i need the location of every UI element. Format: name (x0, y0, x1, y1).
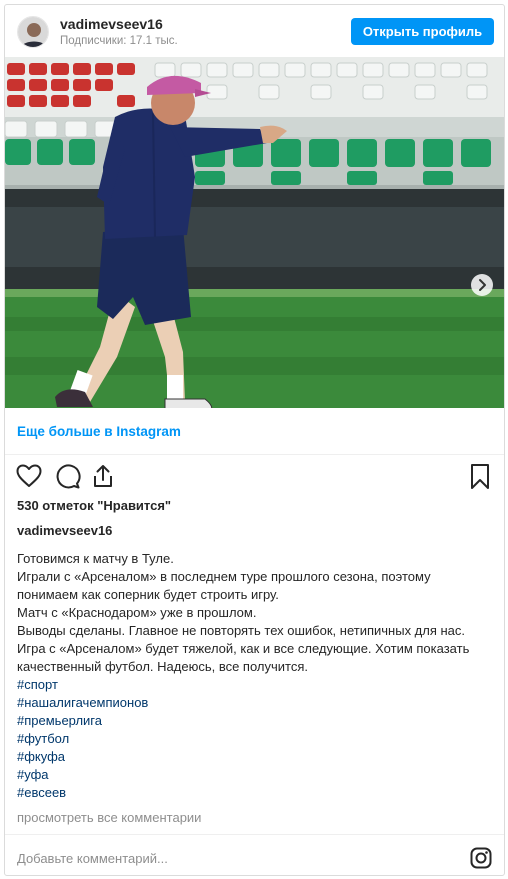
instagram-embed-card: vadimevseev16 Подписчики: 17.1 тыс. Откр… (4, 4, 505, 876)
caption-line: понимаем как соперник будет строить игру… (17, 587, 279, 602)
comment-icon[interactable] (53, 462, 81, 490)
hashtag-link[interactable]: #премьерлига (17, 712, 499, 730)
username[interactable]: vadimevseev16 (60, 16, 163, 32)
caption-line: Выводы сделаны. Главное не повторять тех… (17, 623, 466, 638)
post-header: vadimevseev16 Подписчики: 17.1 тыс. Откр… (5, 5, 504, 59)
hashtag-link[interactable]: #фкуфа (17, 748, 499, 766)
bookmark-icon[interactable] (466, 462, 494, 490)
action-bar (5, 457, 504, 497)
like-count[interactable]: 530 отметок "Нравится" (17, 498, 171, 513)
post-photo[interactable] (5, 57, 504, 408)
view-all-comments-link[interactable]: просмотреть все комментарии (17, 810, 201, 825)
caption-line: Играли с «Арсеналом» в последнем туре пр… (17, 569, 431, 584)
next-slide-button[interactable] (471, 274, 493, 296)
hashtag-link[interactable]: #спорт (17, 676, 499, 694)
hashtag-link[interactable]: #евсеев (17, 784, 499, 802)
avatar[interactable] (17, 16, 49, 48)
more-on-instagram-row: Еще больше в Instagram (5, 408, 504, 455)
comment-input[interactable]: Добавьте комментарий... (17, 851, 168, 866)
more-on-instagram-link[interactable]: Еще больше в Instagram (17, 424, 181, 439)
hashtag-link[interactable]: #футбол (17, 730, 499, 748)
caption-username[interactable]: vadimevseev16 (17, 523, 112, 538)
stadium-photo (5, 57, 504, 408)
caption-line: качественный футбол. Надеюсь, все получи… (17, 659, 308, 674)
share-icon[interactable] (89, 462, 117, 490)
caption-line: Матч с «Краснодаром» уже в прошлом. (17, 605, 257, 620)
open-profile-button[interactable]: Открыть профиль (351, 18, 494, 45)
instagram-logo-icon[interactable] (470, 847, 492, 869)
post-caption: Готовимся к матчу в Туле. Играли с «Арсе… (17, 550, 499, 802)
caption-line: Игра с «Арсеналом» будет тяжелой, как и … (17, 641, 470, 656)
comment-row: Добавьте комментарий... (5, 834, 504, 877)
subscriber-count: Подписчики: 17.1 тыс. (60, 35, 178, 47)
caption-line: Готовимся к матчу в Туле. (17, 551, 174, 566)
hashtag-link[interactable]: #уфа (17, 766, 499, 784)
heart-icon[interactable] (15, 462, 43, 490)
chevron-right-icon (479, 279, 486, 291)
hashtag-link[interactable]: #нашалигачемпионов (17, 694, 499, 712)
